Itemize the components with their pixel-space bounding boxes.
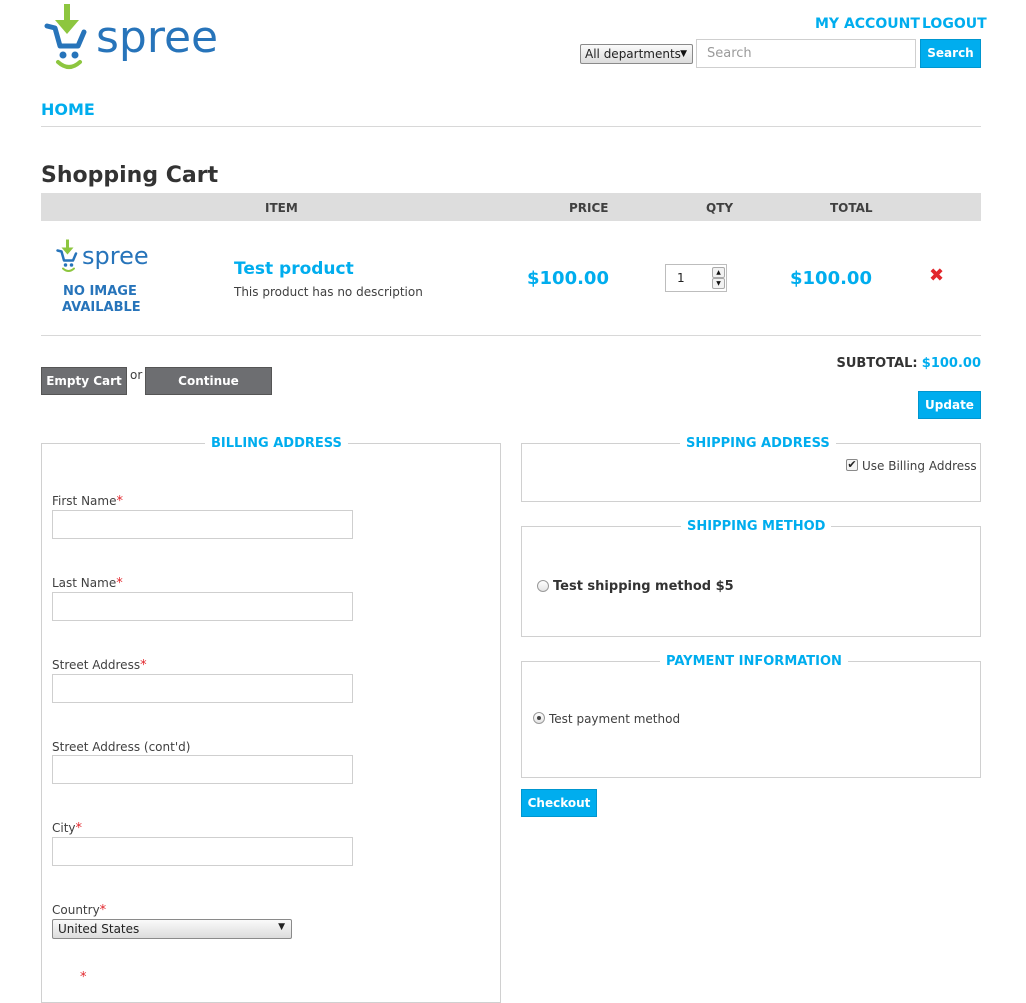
quantity-value: 1 [677, 271, 685, 285]
product-description: This product has no description [234, 285, 423, 299]
shipping-address-fieldset: SHIPPING ADDRESS ✔ Use Billing Address [521, 436, 981, 502]
line-item-price: $100.00 [527, 268, 609, 289]
logo-text: spree [96, 12, 219, 63]
last-name-label: Last Name* [52, 576, 123, 591]
column-price: PRICE [569, 201, 609, 215]
street-address-label-text: Street Address [52, 658, 141, 672]
department-select[interactable]: All departments ▼ [580, 44, 693, 64]
shipping-method-fieldset: SHIPPING METHOD Test shipping method $5 [521, 519, 981, 637]
spree-cart-icon [44, 4, 87, 69]
use-billing-address-label: Use Billing Address [862, 459, 977, 473]
payment-method-radio[interactable] [533, 712, 545, 724]
update-button[interactable]: Update [918, 391, 981, 419]
department-select-value: All departments [585, 47, 681, 61]
city-label-text: City [52, 821, 76, 835]
quantity-stepper[interactable]: 1 ▲ ▼ [665, 264, 727, 292]
checkout-button[interactable]: Checkout [521, 789, 597, 817]
continue-shopping-button[interactable]: Continue shopping [145, 367, 272, 414]
last-name-field[interactable] [52, 592, 353, 621]
shipping-method-radio[interactable] [537, 580, 549, 592]
shipping-method-legend: SHIPPING METHOD [681, 519, 832, 534]
street-address-label: Street Address* [52, 658, 147, 673]
payment-information-legend: PAYMENT INFORMATION [660, 654, 848, 669]
logout-link[interactable]: LOGOUT [922, 16, 987, 32]
dropdown-arrow-icon: ▼ [278, 922, 285, 932]
use-billing-address-checkbox[interactable]: ✔ [846, 459, 858, 471]
payment-information-fieldset: PAYMENT INFORMATION Test payment method [521, 654, 981, 778]
first-name-label-text: First Name [52, 494, 117, 508]
or-text: or [130, 368, 143, 382]
search-button[interactable]: Search [920, 39, 981, 68]
country-label: Country* [52, 903, 106, 918]
last-name-label-text: Last Name [52, 576, 117, 590]
search-input[interactable]: Search [696, 39, 916, 68]
required-marker: * [75, 821, 83, 836]
subtotal-value: $100.00 [921, 356, 981, 371]
product-image-placeholder[interactable]: spree NO IMAGE AVAILABLE [52, 238, 152, 320]
street-address-2-label: Street Address (cont'd) [52, 740, 191, 754]
remove-item-icon[interactable]: ✖ [929, 265, 944, 286]
subtotal-label: SUBTOTAL: [836, 356, 918, 371]
payment-method-option-label: Test payment method [549, 712, 681, 726]
page-title: Shopping Cart [41, 163, 219, 188]
shipping-method-option-label: Test shipping method $5 [553, 579, 734, 594]
street-address-2-field[interactable] [52, 755, 353, 784]
site-logo[interactable]: spree [44, 2, 219, 74]
city-label: City* [52, 821, 82, 836]
required-marker: * [116, 576, 123, 591]
image-logo-text: spree [82, 242, 149, 270]
first-name-label: First Name* [52, 494, 123, 509]
country-select[interactable]: United States ▼ [52, 919, 292, 939]
dropdown-arrow-icon: ▼ [680, 49, 687, 59]
column-item: ITEM [265, 201, 298, 215]
shipping-address-legend: SHIPPING ADDRESS [680, 436, 836, 451]
quantity-decrement-button[interactable]: ▼ [712, 278, 725, 289]
line-item-total: $100.00 [790, 268, 872, 289]
search-placeholder: Search [707, 46, 752, 61]
product-name-link[interactable]: Test product [234, 259, 354, 279]
my-account-link[interactable]: MY ACCOUNT [815, 16, 920, 32]
column-total: TOTAL [830, 201, 873, 215]
country-select-value: United States [58, 922, 140, 936]
billing-address-fieldset: BILLING ADDRESS First Name* Last Name* S… [41, 436, 501, 1003]
empty-cart-button[interactable]: Empty Cart [41, 367, 127, 395]
nav-divider [41, 126, 981, 127]
city-field[interactable] [52, 837, 353, 866]
no-image-line2: AVAILABLE [62, 300, 141, 315]
quantity-increment-button[interactable]: ▲ [712, 267, 725, 278]
billing-address-legend: BILLING ADDRESS [205, 436, 348, 451]
first-name-field[interactable] [52, 510, 353, 539]
required-marker: * [116, 494, 123, 509]
spree-cart-icon [56, 239, 78, 272]
required-marker: * [99, 903, 107, 918]
no-image-line1: NO IMAGE [63, 284, 137, 299]
country-label-text: Country [52, 903, 100, 917]
column-qty: QTY [706, 201, 734, 215]
nav-home-link[interactable]: HOME [41, 100, 95, 119]
required-marker: * [140, 658, 147, 673]
cart-divider [41, 335, 981, 336]
subtotal: SUBTOTAL: $100.00 [836, 356, 981, 371]
cart-table-header: ITEM PRICE QTY TOTAL [41, 193, 981, 221]
street-address-field[interactable] [52, 674, 353, 703]
